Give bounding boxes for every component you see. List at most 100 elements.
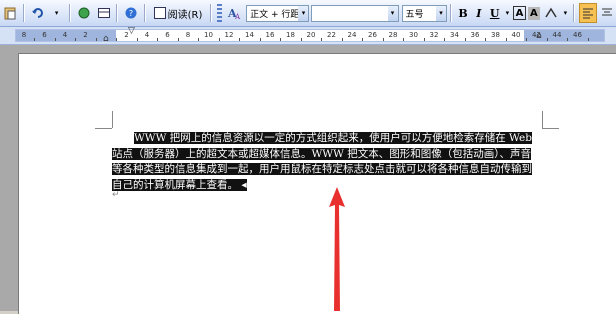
toolbar-separator [144,4,147,22]
char-border-button[interactable]: A [513,6,526,20]
read-button[interactable]: 阅读(R) [150,3,206,23]
left-indent-marker[interactable]: ⌂ [103,34,109,44]
svg-text:A: A [234,13,241,20]
toolbar-separator [573,4,576,22]
ruler-tick [300,38,302,41]
chevron-down-icon[interactable]: ▾ [298,5,309,21]
ruler-tick [157,38,159,41]
text-line: 站点（服务器）上的超文本或超媒体信息。WWW 把文本、图形和图像（包括动画）、声… [112,147,531,160]
web-icon[interactable] [75,3,93,23]
ruler-tick [382,38,384,41]
ruler-label: 6 [42,31,47,39]
toolbar-separator [450,4,453,22]
ruler-label: 6 [165,31,170,39]
read-icon [154,7,166,19]
ruler-tick [464,38,466,41]
crop-mark-top-left-v [112,111,113,128]
crop-mark-top-right-v [542,111,543,128]
chevron-down-icon[interactable]: ▾ [436,5,447,21]
ruler-label: 30 [409,31,418,39]
toolbar-separator [22,4,25,22]
ruler-tick [546,38,548,41]
ruler-label: 12 [224,31,234,39]
ruler-label: 16 [265,31,275,39]
ruler-label: 4 [62,31,68,39]
ruler-label: 34 [450,31,459,39]
align-left-icon[interactable] [579,3,597,23]
align-center-icon[interactable] [599,3,615,23]
ruler-tick [54,38,56,41]
ruler-label: 2 [83,31,88,39]
ruler-label: 24 [347,31,357,39]
right-indent-marker[interactable]: ⌂ [536,31,542,41]
text-line: 等各种类型的信息集成到一起，用户用鼠标在特定标志处点击就可以将各种信息自动传输到 [112,163,532,175]
ruler-tick [280,38,282,41]
toolbar-separator [210,4,213,22]
ruler-label: 26 [368,31,377,39]
paste-icon[interactable] [1,3,19,23]
ruler-tick [444,38,446,41]
ruler-label: 10 [204,31,213,39]
ruler-label: 8 [21,31,27,39]
bold-button[interactable]: B [456,5,470,21]
size-combo[interactable]: 五号 ▾ [401,4,448,22]
underline-button[interactable]: U [488,5,502,21]
ruler-label: 20 [306,31,316,39]
style-value: 正文 + 行距 [250,9,300,20]
ruler-tick [341,38,343,41]
ruler-label: 38 [491,31,500,39]
char-shading-button[interactable]: A [527,6,540,20]
ruler-label: 14 [245,31,254,39]
ruler-tick [362,38,364,41]
ruler-tick [403,38,405,41]
scale-dropdown-icon[interactable]: ▾ [562,3,569,23]
ruler-label: 44 [552,31,562,39]
ruler-tick [218,38,220,41]
ruler-tick [485,38,487,41]
italic-button[interactable]: I [472,5,486,21]
table-icon[interactable] [95,3,113,23]
ruler-tick [239,38,241,41]
ruler-tick [321,38,323,41]
toolbar-separator [116,4,119,22]
undo-dropdown-icon[interactable]: ▾ [49,3,65,23]
ruler-label: 46 [573,31,582,39]
font-combo[interactable]: ▾ [311,4,399,22]
crop-mark-top-left-h [95,128,112,129]
styles-pane-icon[interactable]: AA [225,3,243,23]
ruler-tick [116,38,118,41]
ruler-label: 18 [286,31,295,39]
ruler-label: 28 [388,31,398,39]
selected-paragraph[interactable]: WWW 把网上的信息资源以一定的方式组织起来，使用户可以方便地检索存储在 Web… [112,131,542,193]
chevron-down-icon[interactable]: ▾ [387,5,398,21]
undo-icon[interactable] [29,3,47,23]
size-value: 五号 [405,9,424,20]
paragraph-mark-icon: ↵ [112,190,120,200]
ruler-label: 32 [429,31,439,39]
annotation-arrow-icon [329,187,345,311]
ruler-tick [587,38,589,41]
svg-text:?: ? [129,9,133,18]
ruler-tick [75,38,77,41]
ruler-tick [95,38,97,41]
ruler-tick [34,38,36,41]
read-label: 阅读(R) [167,9,203,21]
ruler-label: 40 [511,31,521,39]
ruler-tick [567,38,569,41]
toolbar-separator [68,4,71,22]
scale-icon[interactable] [542,3,560,23]
help-icon[interactable]: ? [122,3,140,23]
ruler-tick [198,38,200,41]
ruler-tick [259,38,261,41]
formatting-toolbar: ▾ ? 阅读(R) AA 正文 + 行距 ▾ ▾ 五号 ▾ B I U ▾ A … [0,0,616,27]
style-combo[interactable]: 正文 + 行距 ▾ [246,4,310,22]
ruler-label: 22 [327,31,336,39]
ruler-tick [423,38,425,41]
horizontal-ruler: 8 6 4 2 2 4 6 8 10 12 14 16 18 20 22 24 26 28 30 32 34 36 38 40… [0,26,616,45]
ruler-tick [177,38,179,41]
first-line-indent-marker[interactable]: ▽ [128,26,135,36]
toolbar-grip[interactable] [217,4,223,22]
ruler-label: 36 [470,31,480,39]
underline-dropdown-icon[interactable]: ▾ [504,3,511,23]
text-line: WWW 把网上的信息资源以一定的方式组织起来，使用户可以方便地检索存储在 Web [134,132,532,144]
